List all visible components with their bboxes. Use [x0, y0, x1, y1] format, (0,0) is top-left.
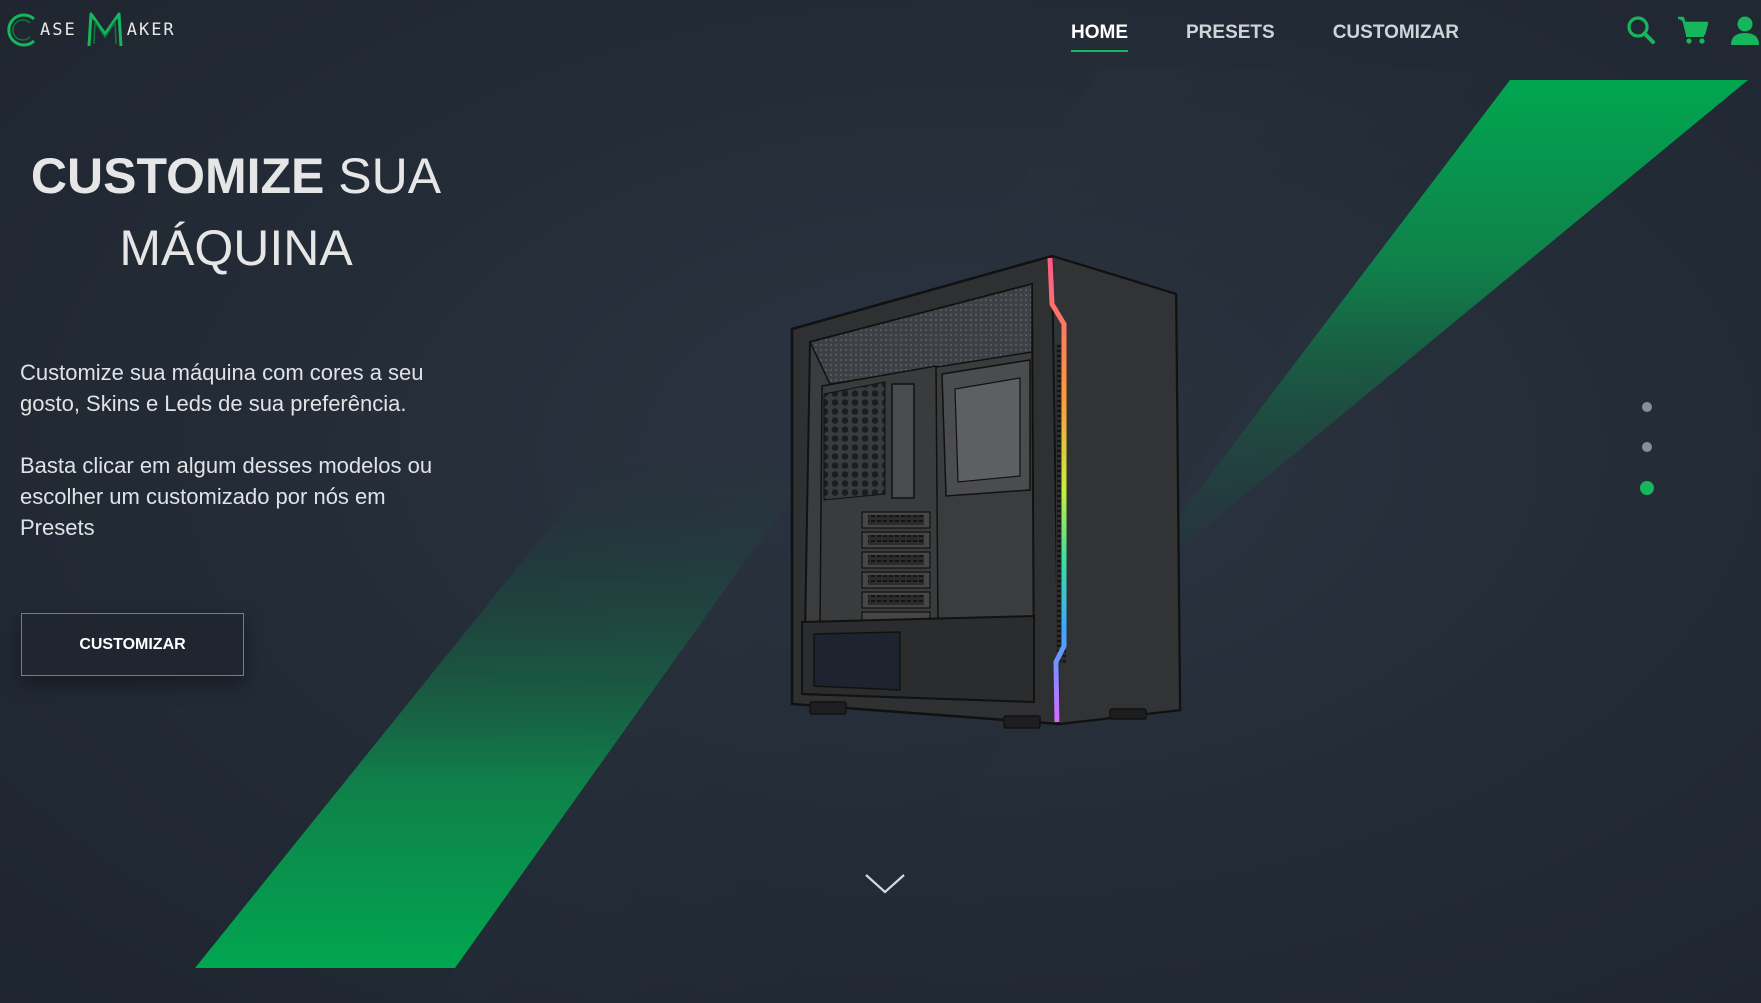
hero-title: CUSTOMIZE SUA MÁQUINA [30, 140, 442, 284]
main-nav: HOME PRESETS CUSTOMIZAR [1071, 22, 1459, 52]
hero-paragraph-1: Customize sua máquina com cores a seu go… [20, 360, 424, 416]
account-button[interactable] [1729, 14, 1761, 46]
logo[interactable]: ASE AKER [2, 10, 176, 50]
logo-text-case: ASE [40, 20, 77, 40]
logo-text-maker: AKER [126, 20, 176, 40]
chevron-down-icon[interactable] [864, 872, 906, 896]
cart-icon [1678, 16, 1709, 44]
nav-presets[interactable]: PRESETS [1186, 22, 1275, 52]
customize-cta-button[interactable]: CUSTOMIZAR [21, 613, 244, 676]
search-icon [1627, 16, 1655, 44]
hero-title-strong: CUSTOMIZE [30, 148, 325, 204]
search-button[interactable] [1625, 14, 1657, 46]
logo-c-mark [7, 13, 36, 47]
nav-home[interactable]: HOME [1071, 22, 1128, 52]
cart-button[interactable] [1677, 14, 1709, 46]
hero-title-rest: SUA [324, 148, 442, 204]
header-actions [1625, 14, 1761, 46]
hero-title-line2: MÁQUINA [119, 220, 353, 276]
home-page: ASE AKER HOME PRESETS CUSTOMIZAR CUSTOMI… [0, 0, 1761, 1003]
pc-case-illustration[interactable] [780, 254, 1196, 744]
user-icon [1731, 16, 1759, 45]
carousel-dot[interactable] [1642, 442, 1652, 452]
carousel-dot-active[interactable] [1640, 481, 1654, 495]
logo-m-mark [87, 12, 123, 47]
hero-paragraph-2: Basta clicar em algum desses modelos ou … [20, 453, 433, 540]
nav-customizar[interactable]: CUSTOMIZAR [1333, 22, 1459, 52]
carousel-dot[interactable] [1642, 402, 1652, 412]
